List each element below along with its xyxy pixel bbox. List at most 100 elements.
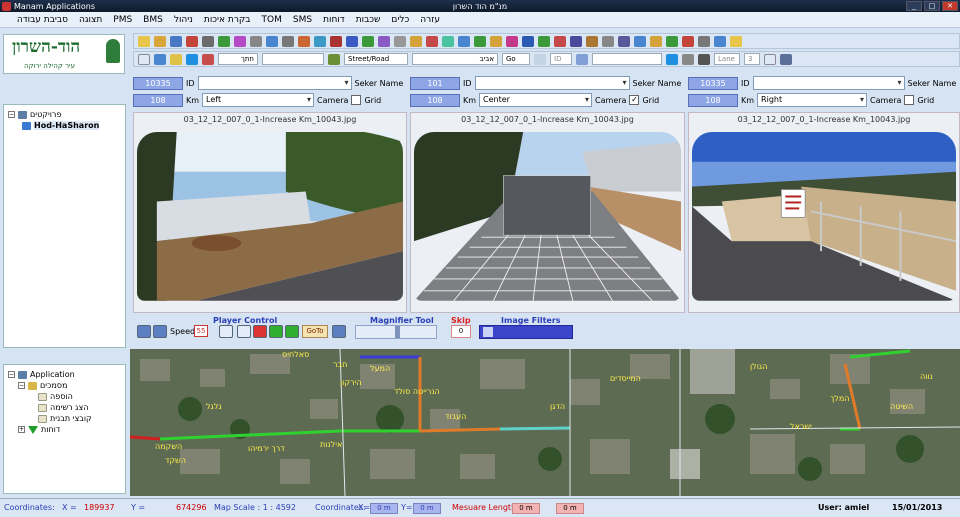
settings-icon[interactable] xyxy=(780,53,792,65)
id-field[interactable]: ID xyxy=(550,53,572,65)
toolbar-tool-icon[interactable] xyxy=(202,35,214,47)
camera-id-value[interactable]: 101 xyxy=(410,76,460,90)
camera-id-value[interactable]: 10335 xyxy=(688,76,738,90)
tree-node-reports[interactable]: + דוחות xyxy=(8,424,121,435)
toolbar-tool-icon[interactable] xyxy=(474,35,486,47)
toolbar-tool-icon[interactable] xyxy=(330,35,342,47)
skip-value[interactable]: 0 xyxy=(451,325,471,338)
toolbar-tool-icon[interactable] xyxy=(650,35,662,47)
toolbar-tool-icon[interactable] xyxy=(458,35,470,47)
toolbar-tool-icon[interactable] xyxy=(298,35,310,47)
toolbar-tool-icon[interactable] xyxy=(186,35,198,47)
menu-item-6[interactable]: בקרת איכות xyxy=(204,15,251,25)
image-filter-select[interactable] xyxy=(479,325,573,339)
toolbar-tool-icon[interactable] xyxy=(506,35,518,47)
lane-value[interactable]: 3 xyxy=(744,53,760,65)
next-frame-icon[interactable] xyxy=(153,325,167,338)
goto-button[interactable]: GoTo xyxy=(302,325,328,338)
menu-item-2[interactable]: שכבות xyxy=(356,15,381,25)
first-frame-icon[interactable] xyxy=(137,325,151,338)
road-icon[interactable] xyxy=(576,53,588,65)
map-view[interactable]: סאלחיס חבר המעל הירקון הנרייטה סולד העבוד השקמ… xyxy=(130,349,960,496)
step-forward-icon[interactable] xyxy=(285,325,299,338)
menu-item-10[interactable]: תצוגה xyxy=(79,15,102,25)
empty-field[interactable] xyxy=(262,53,324,65)
menu-item-8[interactable]: BMS xyxy=(143,15,163,25)
street-road-field[interactable]: Street/Road xyxy=(344,53,408,65)
maximize-icon[interactable]: □ xyxy=(924,1,940,11)
grid-icon[interactable] xyxy=(698,53,710,65)
play-icon[interactable] xyxy=(219,325,233,338)
menu-item-5[interactable]: TOM xyxy=(262,15,282,25)
toolbar-tool-icon[interactable] xyxy=(602,35,614,47)
toolbar-tool-icon[interactable] xyxy=(618,35,630,47)
folder-icon[interactable] xyxy=(170,53,182,65)
seker-name-select[interactable] xyxy=(752,76,905,90)
expand-icon[interactable]: + xyxy=(18,426,25,433)
toolbar-tool-icon[interactable] xyxy=(554,35,566,47)
tree-node-templates[interactable]: קובצי תבנית xyxy=(8,413,121,424)
speed-value[interactable]: 55 xyxy=(194,325,208,337)
sign-icon[interactable] xyxy=(328,53,340,65)
toolbar-tool-icon[interactable] xyxy=(282,35,294,47)
pci-icon[interactable] xyxy=(764,53,776,65)
camera-position-select[interactable]: Left xyxy=(202,93,315,107)
toolbar-tool-icon[interactable] xyxy=(410,35,422,47)
measure-icon[interactable] xyxy=(682,53,694,65)
menu-item-9[interactable]: PMS xyxy=(113,15,132,25)
toolbar-tool-icon[interactable] xyxy=(730,35,742,47)
toolbar-tool-icon[interactable] xyxy=(522,35,534,47)
seker-name-select[interactable] xyxy=(197,76,352,90)
tree-node-documents[interactable]: − מסמכים xyxy=(8,380,121,391)
delete-icon[interactable] xyxy=(202,53,214,65)
menu-item-1[interactable]: כלים xyxy=(391,15,409,25)
grid-checkbox[interactable] xyxy=(351,95,362,105)
menu-item-11[interactable]: סביבת עבודה xyxy=(17,15,68,25)
toolbar-tool-icon[interactable] xyxy=(346,35,358,47)
toolbar-tool-icon[interactable] xyxy=(682,35,694,47)
camera-id-value[interactable]: 10335 xyxy=(133,76,183,90)
toolbar-tool-icon[interactable] xyxy=(394,35,406,47)
toolbar-tool-icon[interactable] xyxy=(442,35,454,47)
toolbar-tool-icon[interactable] xyxy=(570,35,582,47)
seker-name-select[interactable] xyxy=(474,76,630,90)
tree-node-hod-hasharon[interactable]: Hod-HaSharon xyxy=(8,120,121,131)
map-canvas[interactable]: סאלחיס חבר המעל הירקון הנרייטה סולד העבוד השקמ… xyxy=(130,349,960,496)
pause-icon[interactable] xyxy=(237,325,251,338)
tree-node-show-list[interactable]: הצג רשימה xyxy=(8,402,121,413)
section-field[interactable]: חתך xyxy=(218,53,258,65)
toolbar-tool-icon[interactable] xyxy=(250,35,262,47)
km-value[interactable]: 108 xyxy=(133,93,183,107)
camera-position-select[interactable]: Right xyxy=(757,93,868,107)
menu-item-0[interactable]: עזרה xyxy=(420,15,440,25)
right-camera-image[interactable] xyxy=(692,132,956,301)
stop-icon[interactable] xyxy=(253,325,267,338)
layer-icon[interactable] xyxy=(154,53,166,65)
toolbar-tool-icon[interactable] xyxy=(314,35,326,47)
save-icon[interactable] xyxy=(332,325,346,338)
toolbar-tool-icon[interactable] xyxy=(698,35,710,47)
grid-checkbox[interactable]: ✓ xyxy=(629,95,640,105)
menu-item-7[interactable]: ניהול xyxy=(174,15,193,25)
toolbar-tool-icon[interactable] xyxy=(634,35,646,47)
toolbar-tool-icon[interactable] xyxy=(154,35,166,47)
close-icon[interactable]: ✕ xyxy=(942,1,958,11)
add-icon[interactable] xyxy=(666,53,678,65)
plus-icon[interactable] xyxy=(186,53,198,65)
menu-item-4[interactable]: SMS xyxy=(293,15,312,25)
toolbar-tool-icon[interactable] xyxy=(586,35,598,47)
tree-node-application[interactable]: − Application xyxy=(8,369,121,380)
minimize-icon[interactable]: _ xyxy=(906,1,922,11)
toolbar-tool-icon[interactable] xyxy=(218,35,230,47)
toolbar-tool-icon[interactable] xyxy=(378,35,390,47)
magnifier-slider-thumb[interactable] xyxy=(395,326,400,338)
go-button[interactable]: Go xyxy=(502,53,530,65)
toolbar-tool-icon[interactable] xyxy=(714,35,726,47)
grid-checkbox[interactable] xyxy=(904,95,915,105)
menu-item-3[interactable]: דוחות xyxy=(323,15,345,25)
step-back-icon[interactable] xyxy=(269,325,283,338)
collapse-icon[interactable]: − xyxy=(18,382,25,389)
toolbar-tool-icon[interactable] xyxy=(490,35,502,47)
search-field[interactable] xyxy=(592,53,662,65)
km-value[interactable]: 108 xyxy=(688,93,738,107)
